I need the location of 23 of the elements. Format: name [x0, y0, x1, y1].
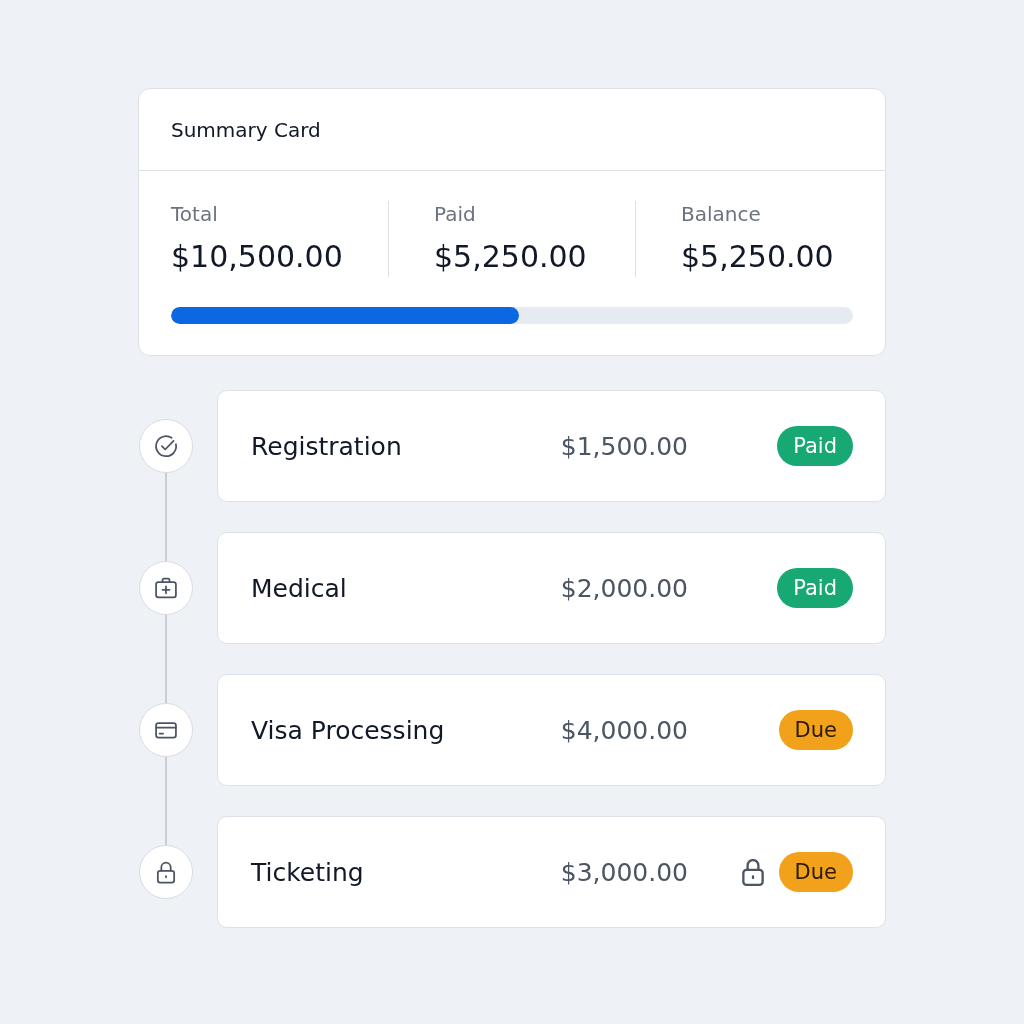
step-name: Ticketing — [251, 857, 365, 887]
status-badge: Due — [778, 852, 853, 892]
step-name: Registration — [251, 431, 403, 461]
medical-bag-icon — [139, 561, 193, 615]
stat-label: Balance — [681, 201, 762, 227]
checkmark-circle-icon — [139, 419, 193, 473]
stat-label: Total — [171, 201, 219, 227]
credit-card-icon — [139, 703, 193, 757]
status-badge: Paid — [777, 568, 853, 608]
stat-value: $10,500.00 — [171, 238, 344, 276]
step-amount: $2,000.00 — [560, 573, 688, 603]
stat-value: $5,250.00 — [434, 238, 588, 276]
step-name: Visa Processing — [251, 715, 446, 745]
lock-icon — [139, 845, 193, 899]
step-amount: $3,000.00 — [560, 857, 688, 887]
step-amount: $1,500.00 — [560, 431, 688, 461]
step-name: Medical — [251, 573, 348, 603]
status-badge: Paid — [777, 426, 853, 466]
step-amount: $4,000.00 — [560, 715, 688, 745]
card-title: Summary Card — [171, 117, 321, 142]
stat-value: $5,250.00 — [681, 238, 835, 276]
status-badge: Due — [778, 710, 853, 750]
stat-label: Paid — [434, 201, 477, 227]
